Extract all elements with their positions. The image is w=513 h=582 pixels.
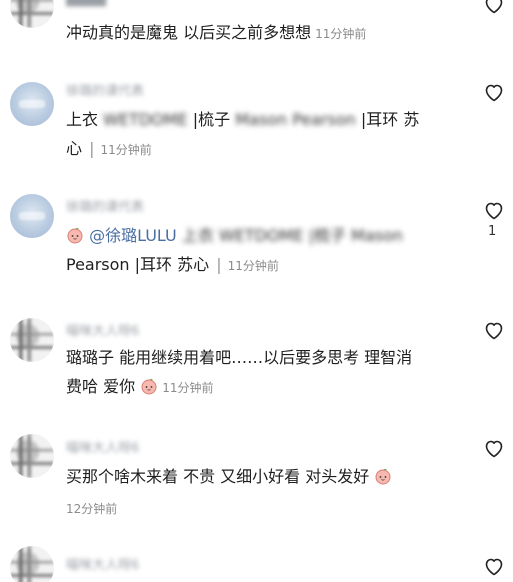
peach-emoji-icon: [66, 226, 84, 244]
avatar[interactable]: [10, 82, 54, 126]
divider: |: [89, 139, 95, 158]
comment-text: 璐璐子 能用继续用着吧……以后要多思考 理智消 费哈 爱你 11分钟前: [66, 343, 462, 403]
heart-icon[interactable]: [482, 0, 506, 16]
heart-icon[interactable]: [482, 80, 506, 104]
comment-suffix: |耳环 苏: [360, 110, 420, 129]
comment-prefix: 上衣: [66, 110, 99, 129]
avatar[interactable]: [10, 194, 54, 238]
comment-item: 喵咪大人呀6: [0, 540, 513, 582]
heart-icon[interactable]: [482, 554, 506, 578]
peach-emoji-icon: [140, 377, 158, 395]
comment-time: 11分钟前: [162, 381, 214, 395]
avatar[interactable]: [10, 434, 54, 478]
comment-item: 徐璐的课代表 @徐璐LULU 上衣 WETDOME |梳子 Mason Pear…: [0, 190, 513, 302]
username[interactable]: 喵咪大人呀6: [66, 554, 139, 573]
blurred-text: WETDOME: [103, 110, 188, 129]
like-count: 1: [488, 224, 497, 239]
username[interactable]: 喵咪大人呀6: [66, 437, 139, 456]
comment-line2: 费哈 爱你: [66, 377, 136, 396]
username[interactable]: ████: [66, 0, 106, 7]
comment-item: 喵咪大人呀6 买那个啥木来着 不贵 又细小好看 对头发好 12分钟前: [0, 428, 513, 528]
comment-line2: Pearson |耳环 苏心: [66, 255, 210, 274]
username[interactable]: 徐璐的课代表: [66, 80, 144, 99]
peach-emoji-icon: [374, 467, 392, 485]
heart-icon[interactable]: [482, 318, 506, 342]
comment-body: 冲动真的是魔鬼 以后买之前多想想: [66, 23, 312, 42]
comment-text: 冲动真的是魔鬼 以后买之前多想想 11分钟前: [66, 18, 462, 49]
comment-time: 12分钟前: [66, 502, 118, 516]
comment-item: 徐璐的课代表 上衣 WETDOME |梳子 Mason Pearson |耳环 …: [0, 72, 513, 182]
comment-time: 11分钟前: [100, 143, 152, 157]
mention-link[interactable]: @徐璐LULU: [89, 226, 177, 245]
comment-text: @徐璐LULU 上衣 WETDOME |梳子 Mason Pearson |耳环…: [66, 221, 462, 281]
username[interactable]: 喵咪大人呀6: [66, 320, 139, 339]
avatar[interactable]: [10, 546, 54, 582]
heart-icon[interactable]: [482, 436, 506, 460]
comment-text: 上衣 WETDOME |梳子 Mason Pearson |耳环 苏 心 | 11…: [66, 105, 462, 165]
username[interactable]: 徐璐的课代表: [66, 196, 144, 215]
comment-time: 11分钟前: [315, 27, 367, 41]
comment-item: ████ 冲动真的是魔鬼 以后买之前多想想11分钟前: [0, 0, 513, 50]
comment-mid: |梳子: [192, 110, 231, 129]
comment-item: 喵咪大人呀6 璐璐子 能用继续用着吧……以后要多思考 理智消 费哈 爱你 11分…: [0, 312, 513, 422]
blurred-text: Mason Pearson: [235, 110, 356, 129]
divider: |: [216, 255, 222, 274]
avatar[interactable]: [10, 318, 54, 362]
comment-time: 11分钟前: [227, 259, 279, 273]
comment-text: 买那个啥木来着 不贵 又细小好看 对头发好: [66, 462, 462, 491]
avatar[interactable]: [10, 0, 54, 28]
comment-line1: 买那个啥木来着 不贵 又细小好看 对头发好: [66, 467, 370, 486]
heart-icon[interactable]: [482, 198, 506, 222]
comment-line2: 心: [66, 139, 83, 158]
blurred-text: 上衣 WETDOME |梳子 Mason: [181, 226, 403, 245]
comment-line1: 璐璐子 能用继续用着吧……以后要多思考 理智消: [66, 348, 413, 367]
